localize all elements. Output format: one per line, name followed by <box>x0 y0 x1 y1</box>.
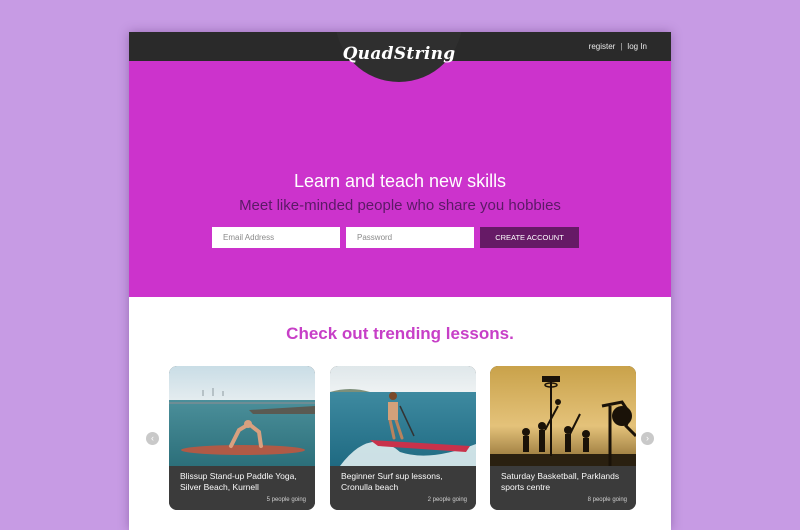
people-going-count: 5 people going <box>266 497 306 503</box>
lesson-name: Beginner Surf sup lessons, Cronulla beac… <box>341 471 443 492</box>
email-input[interactable] <box>212 227 340 248</box>
auth-links: register | log In <box>589 42 647 51</box>
login-link[interactable]: log In <box>627 42 647 51</box>
lesson-photo-surf-sup <box>330 366 476 466</box>
lesson-info: Blissup Stand-up Paddle Yoga, Silver Bea… <box>169 466 315 510</box>
browser-window: register | log In Learn and teach new skil… <box>129 32 671 530</box>
lesson-card[interactable]: Blissup Stand-up Paddle Yoga, Silver Bea… <box>169 366 315 510</box>
lesson-info: Beginner Surf sup lessons, Cronulla beac… <box>330 466 476 510</box>
password-input[interactable] <box>346 227 474 248</box>
create-account-button[interactable]: CREATE ACCOUNT <box>480 227 579 248</box>
lesson-name: Blissup Stand-up Paddle Yoga, Silver Bea… <box>180 471 297 492</box>
lesson-photo-paddle-yoga <box>169 366 315 466</box>
trending-heading: Check out trending lessons. <box>286 324 514 343</box>
lesson-photo-basketball <box>490 366 636 466</box>
auth-separator: | <box>620 42 623 51</box>
people-going-count: 2 people going <box>427 497 467 503</box>
lesson-card[interactable]: Saturday Basketball, Parklands sports ce… <box>490 366 636 510</box>
hero-title: Learn and teach new skills <box>293 171 507 191</box>
signup-form: CREATE ACCOUNT <box>212 227 579 248</box>
hero-subtitle: Meet like-minded people who share you ho… <box>239 197 561 214</box>
register-link[interactable]: register <box>589 42 616 51</box>
carousel-next-arrow[interactable]: › <box>641 432 654 445</box>
hero-section: Learn and teach new skills Meet like-min… <box>129 61 671 297</box>
logo: QuadString <box>342 44 456 64</box>
lesson-name: Saturday Basketball, Parklands sports ce… <box>501 471 620 492</box>
lesson-card[interactable]: Beginner Surf sup lessons, Cronulla beac… <box>330 366 476 510</box>
lesson-info: Saturday Basketball, Parklands sports ce… <box>490 466 636 510</box>
carousel-prev-arrow[interactable]: ‹ <box>146 432 159 445</box>
people-going-count: 8 people going <box>587 497 627 503</box>
